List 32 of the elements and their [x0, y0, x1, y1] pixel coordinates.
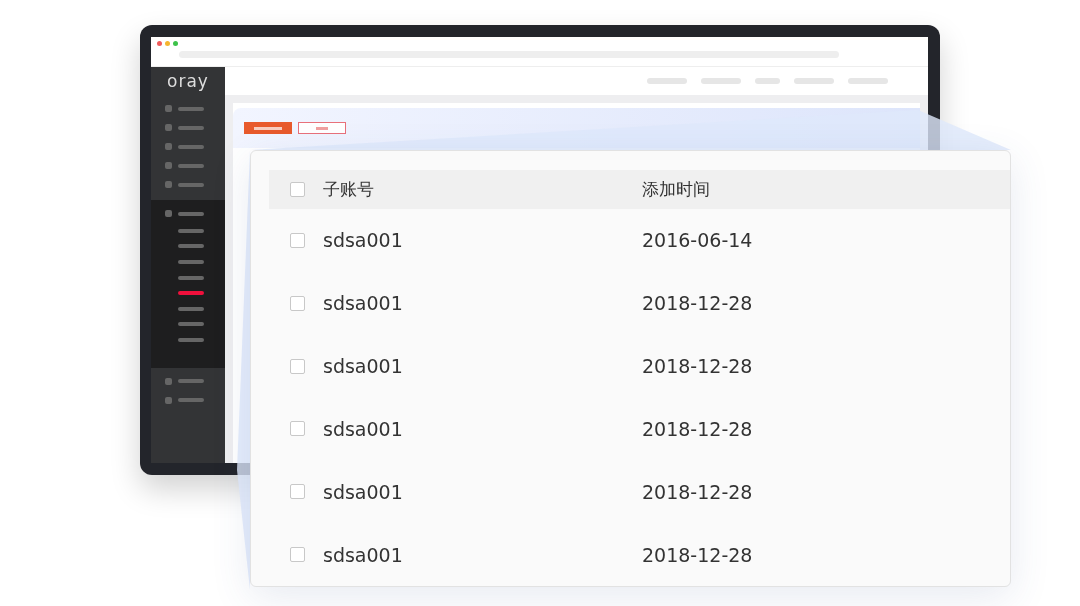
placeholder-bar	[848, 78, 888, 84]
delete-button[interactable]	[298, 122, 346, 134]
table-cell-text: sdsa001	[323, 292, 404, 315]
table-cell: 2018-12-28	[642, 417, 753, 440]
table-cell-text: sdsa001	[323, 480, 404, 503]
table-cell-text: sdsa001	[323, 355, 404, 377]
table-cell: 2016-06-14	[642, 229, 753, 252]
checkbox[interactable]	[290, 358, 305, 374]
checkbox[interactable]	[290, 421, 305, 437]
checkbox[interactable]	[290, 547, 305, 563]
window-dot[interactable]	[165, 41, 170, 46]
window-dot[interactable]	[157, 41, 162, 46]
table-cell: 2018-12-28	[642, 480, 753, 503]
add-button[interactable]	[244, 122, 292, 134]
checkbox[interactable]	[290, 484, 305, 500]
window-dot[interactable]	[173, 41, 178, 46]
logo: oray	[166, 70, 210, 93]
placeholder-bar	[794, 78, 834, 84]
checkbox[interactable]	[290, 295, 305, 311]
checkbox[interactable]	[290, 181, 305, 197]
table-cell-text: sdsa001	[323, 417, 404, 440]
table-cell: 2018-12-28	[642, 292, 753, 315]
table-cell-text: sdsa001	[323, 229, 404, 252]
table-cell: 2018-12-28	[642, 355, 753, 377]
table-cell-text: sdsa001	[323, 543, 404, 566]
column-header: 添加时间	[642, 177, 710, 201]
placeholder-bar	[647, 78, 687, 84]
checkbox[interactable]	[290, 232, 305, 248]
placeholder-bar	[701, 78, 741, 84]
column-header: 子账号	[323, 177, 375, 201]
table-cell: 2018-12-28	[642, 543, 753, 566]
placeholder-bar	[755, 78, 780, 84]
